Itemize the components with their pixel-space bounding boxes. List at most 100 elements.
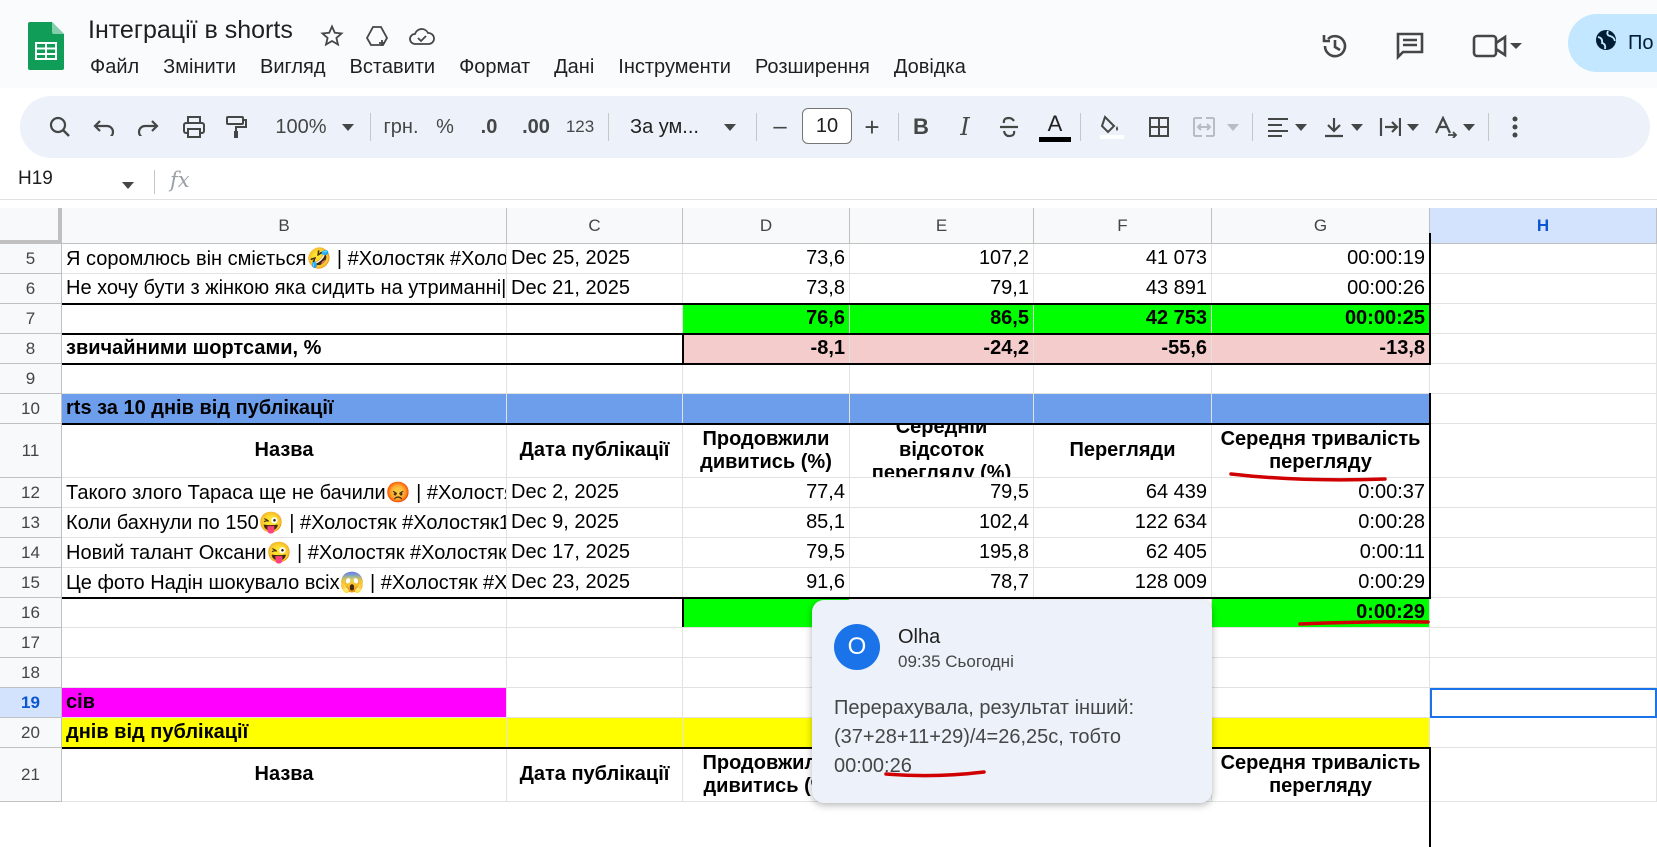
cell-h16[interactable]: [1430, 598, 1657, 628]
version-history-icon[interactable]: [1315, 26, 1355, 66]
cell-g6[interactable]: 00:00:26: [1212, 274, 1430, 304]
menu-data[interactable]: Дані: [542, 52, 606, 83]
cell-h15[interactable]: [1430, 568, 1657, 598]
cell-e15[interactable]: 78,7: [850, 568, 1034, 598]
row-header-7[interactable]: 7: [0, 304, 62, 334]
row-header-17[interactable]: 17: [0, 628, 62, 658]
cell-e7[interactable]: 86,5: [850, 304, 1034, 334]
column-header-c[interactable]: C: [507, 208, 683, 244]
decrease-decimal-button[interactable]: .0: [470, 96, 508, 158]
valign-dropdown-icon[interactable]: [1348, 96, 1366, 158]
cell-b5[interactable]: Я соромлюсь він сміється🤣 | #Холостяк #Х…: [62, 244, 507, 274]
cell-h18[interactable]: [1430, 658, 1657, 688]
cell-d15[interactable]: 91,6: [683, 568, 850, 598]
cloud-saved-icon[interactable]: [408, 22, 436, 50]
more-options-icon[interactable]: [1500, 96, 1530, 158]
cell-g15[interactable]: 0:00:29: [1212, 568, 1430, 598]
cell-e11[interactable]: Середній відсоток перегляду (%): [850, 424, 1034, 478]
percent-format-button[interactable]: %: [430, 96, 460, 158]
cell-c13[interactable]: Dec 9, 2025: [507, 508, 683, 538]
cell-b9[interactable]: [62, 364, 507, 394]
cell-c6[interactable]: Dec 21, 2025: [507, 274, 683, 304]
cell-h6[interactable]: [1430, 274, 1657, 304]
cell-f10[interactable]: [1034, 394, 1212, 424]
cell-g13[interactable]: 0:00:28: [1212, 508, 1430, 538]
menu-tools[interactable]: Інструменти: [606, 52, 743, 83]
vertical-align-icon[interactable]: [1316, 96, 1352, 158]
row-header-5[interactable]: 5: [0, 244, 62, 274]
meet-video-icon[interactable]: [1470, 26, 1510, 66]
print-icon[interactable]: [174, 96, 214, 158]
column-header-f[interactable]: F: [1034, 208, 1212, 244]
cell-c21[interactable]: Дата публікації: [507, 748, 683, 802]
cell-d11[interactable]: Продовжили дивитись (%): [683, 424, 850, 478]
text-wrapping-icon[interactable]: [1372, 96, 1408, 158]
search-menus-icon[interactable]: [40, 96, 80, 158]
cell-b14[interactable]: Новий талант Оксани😜 | #Холостяк #Холост…: [62, 538, 507, 568]
font-dropdown-icon[interactable]: [720, 96, 740, 158]
cell-h12[interactable]: [1430, 478, 1657, 508]
zoom-value[interactable]: 100%: [266, 96, 336, 158]
row-header-16[interactable]: 16: [0, 598, 62, 628]
cell-c17[interactable]: [507, 628, 683, 658]
cell-d7[interactable]: 76,6: [683, 304, 850, 334]
font-family-select[interactable]: За ум...: [618, 96, 712, 158]
cell-e6[interactable]: 79,1: [850, 274, 1034, 304]
sheets-logo-icon[interactable]: [28, 22, 64, 70]
cell-b21[interactable]: Назва: [62, 748, 507, 802]
wrap-dropdown-icon[interactable]: [1404, 96, 1422, 158]
borders-icon[interactable]: [1140, 96, 1178, 158]
cell-d14[interactable]: 79,5: [683, 538, 850, 568]
row-header-20[interactable]: 20: [0, 718, 62, 748]
comments-icon[interactable]: [1390, 26, 1430, 66]
increase-decimal-button[interactable]: .00: [516, 96, 556, 158]
star-icon[interactable]: [318, 22, 346, 50]
increase-font-size-button[interactable]: +: [856, 96, 888, 158]
cell-g11[interactable]: Середня тривалість перегляду: [1212, 424, 1430, 478]
cell-e10[interactable]: [850, 394, 1034, 424]
row-header-9[interactable]: 9: [0, 364, 62, 394]
name-box[interactable]: H19: [18, 168, 53, 190]
cell-h9[interactable]: [1430, 364, 1657, 394]
cell-c18[interactable]: [507, 658, 683, 688]
cell-b18[interactable]: [62, 658, 507, 688]
cell-c14[interactable]: Dec 17, 2025: [507, 538, 683, 568]
row-header-14[interactable]: 14: [0, 538, 62, 568]
row-header-10[interactable]: 10: [0, 394, 62, 424]
cell-f5[interactable]: 41 073: [1034, 244, 1212, 274]
cell-c20[interactable]: [507, 718, 683, 748]
row-header-6[interactable]: 6: [0, 274, 62, 304]
menu-help[interactable]: Довідка: [882, 52, 978, 83]
comment-popup[interactable]: O Olha 09:35 Сьогодні Перерахувала, резу…: [812, 600, 1212, 803]
cell-f9[interactable]: [1034, 364, 1212, 394]
meet-dropdown-icon[interactable]: [1506, 26, 1526, 66]
cell-c10[interactable]: [507, 394, 683, 424]
cell-e12[interactable]: 79,5: [850, 478, 1034, 508]
paint-format-icon[interactable]: [218, 96, 254, 158]
formula-input[interactable]: [210, 166, 1610, 196]
cell-h17[interactable]: [1430, 628, 1657, 658]
cell-c11[interactable]: Дата публікації: [507, 424, 683, 478]
cell-f11[interactable]: Перегляди: [1034, 424, 1212, 478]
cell-g5[interactable]: 00:00:19: [1212, 244, 1430, 274]
undo-icon[interactable]: [86, 96, 122, 158]
cell-b15[interactable]: Це фото Надін шокувало всіх😱 | #Холостяк…: [62, 568, 507, 598]
font-size-input[interactable]: 10: [802, 108, 852, 144]
cell-b8[interactable]: звичайними шортсами, %: [62, 334, 507, 364]
redo-icon[interactable]: [130, 96, 166, 158]
cell-c5[interactable]: Dec 25, 2025: [507, 244, 683, 274]
cell-g19[interactable]: [1212, 688, 1430, 718]
row-header-8[interactable]: 8: [0, 334, 62, 364]
italic-button[interactable]: I: [948, 96, 982, 158]
merge-cells-icon[interactable]: [1184, 96, 1224, 158]
name-box-dropdown-icon[interactable]: [122, 176, 134, 194]
column-header-e[interactable]: E: [850, 208, 1034, 244]
cell-h19[interactable]: [1430, 688, 1657, 718]
cell-h10[interactable]: [1430, 394, 1657, 424]
column-header-d[interactable]: D: [683, 208, 850, 244]
column-header-b[interactable]: B: [62, 208, 507, 244]
strikethrough-icon[interactable]: [992, 96, 1026, 158]
menu-edit[interactable]: Змінити: [151, 52, 248, 83]
cell-g9[interactable]: [1212, 364, 1430, 394]
bold-button[interactable]: B: [904, 96, 938, 158]
